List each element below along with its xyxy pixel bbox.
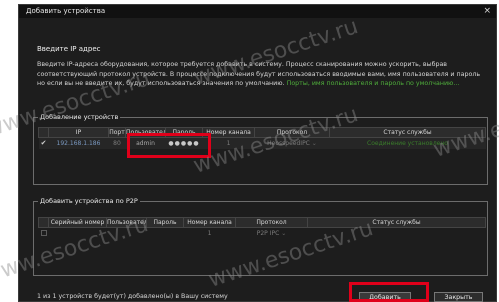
- col-user[interactable]: Пользователь: [106, 217, 147, 228]
- protocol-cell[interactable]: P2P IPC ⌄: [236, 228, 308, 239]
- table-row[interactable]: ✔ 192.168.1.186 80 admin ●●●●● 1 Heosspe…: [38, 137, 486, 149]
- row-checkbox[interactable]: ✔: [38, 137, 49, 149]
- ip-devices-table: IP Порт Пользователь Пароль Номер канала…: [38, 127, 486, 171]
- chevron-down-icon[interactable]: ⌄: [312, 140, 317, 147]
- add-button[interactable]: Добавить: [359, 292, 411, 302]
- ip-devices-group: Добавление устройств IP Порт Пользовател…: [33, 113, 488, 185]
- col-select: [38, 217, 49, 228]
- row-checkbox[interactable]: [39, 228, 49, 239]
- table-row: [39, 160, 486, 171]
- status-cell: [308, 228, 486, 239]
- ip-cell[interactable]: 192.168.1.186: [48, 137, 109, 149]
- close-icon[interactable]: ×: [483, 6, 491, 16]
- p2p-group-label: Добавить устройства по P2P: [38, 197, 140, 205]
- col-serial[interactable]: Серийный номер: [48, 217, 107, 228]
- col-status[interactable]: Статус службы: [307, 217, 486, 228]
- protocol-value: P2P IPC: [256, 229, 280, 237]
- col-channel[interactable]: Номер канала: [202, 127, 255, 138]
- ip-table-header: IP Порт Пользователь Пароль Номер канала…: [38, 127, 486, 138]
- user-cell[interactable]: [107, 228, 147, 239]
- status-cell: Соединение установлено: [329, 137, 486, 149]
- col-select: [38, 127, 49, 138]
- port-cell[interactable]: 80: [108, 137, 126, 149]
- col-status[interactable]: Статус службы: [329, 127, 486, 138]
- title-bar: Добавить устройства ×: [19, 5, 496, 18]
- defaults-link[interactable]: Порты, имя пользователя и пароль по умол…: [287, 80, 460, 87]
- col-channel[interactable]: Номер канала: [183, 217, 236, 228]
- table-row: [39, 149, 486, 160]
- protocol-value: HeosspeedIPC: [267, 139, 310, 147]
- close-button[interactable]: Закрыть: [434, 292, 483, 302]
- col-protocol[interactable]: Протокол: [254, 127, 330, 138]
- password-cell[interactable]: [147, 228, 184, 239]
- serial-cell[interactable]: [49, 228, 107, 239]
- col-password[interactable]: Пароль: [165, 127, 203, 138]
- channel-cell[interactable]: 1: [202, 137, 255, 149]
- footer-status: 1 из 1 устройств будет(ут) добавлено(ы) …: [37, 293, 228, 300]
- p2p-table-header: Серийный номер Пользователь Пароль Номер…: [38, 217, 486, 228]
- ip-section-heading: Введите IP адрес: [37, 45, 101, 53]
- protocol-cell[interactable]: HeosspeedIPC ⌄: [254, 137, 330, 149]
- checkbox-box[interactable]: [40, 230, 47, 237]
- chevron-down-icon[interactable]: ⌄: [281, 230, 286, 237]
- ip-section-description: Введите IP-адреса оборудования, которое …: [37, 60, 487, 89]
- password-cell[interactable]: ●●●●●: [165, 137, 203, 149]
- add-devices-dialog: Добавить устройства × Введите IP адрес В…: [18, 4, 497, 302]
- p2p-devices-table: Серийный номер Пользователь Пароль Номер…: [38, 217, 486, 239]
- col-ip[interactable]: IP: [48, 127, 109, 138]
- ip-group-label: Добавление устройств: [38, 113, 121, 121]
- p2p-devices-group: Добавить устройства по P2P Серийный номе…: [33, 197, 488, 276]
- col-user[interactable]: Пользователь: [125, 127, 166, 138]
- channel-cell[interactable]: 1: [184, 228, 236, 239]
- col-port[interactable]: Порт: [108, 127, 126, 138]
- user-cell[interactable]: admin: [125, 137, 166, 149]
- table-row[interactable]: 1 P2P IPC ⌄: [39, 228, 486, 239]
- window-title: Добавить устройства: [26, 7, 106, 15]
- col-protocol[interactable]: Протокол: [235, 217, 308, 228]
- col-password[interactable]: Пароль: [146, 217, 184, 228]
